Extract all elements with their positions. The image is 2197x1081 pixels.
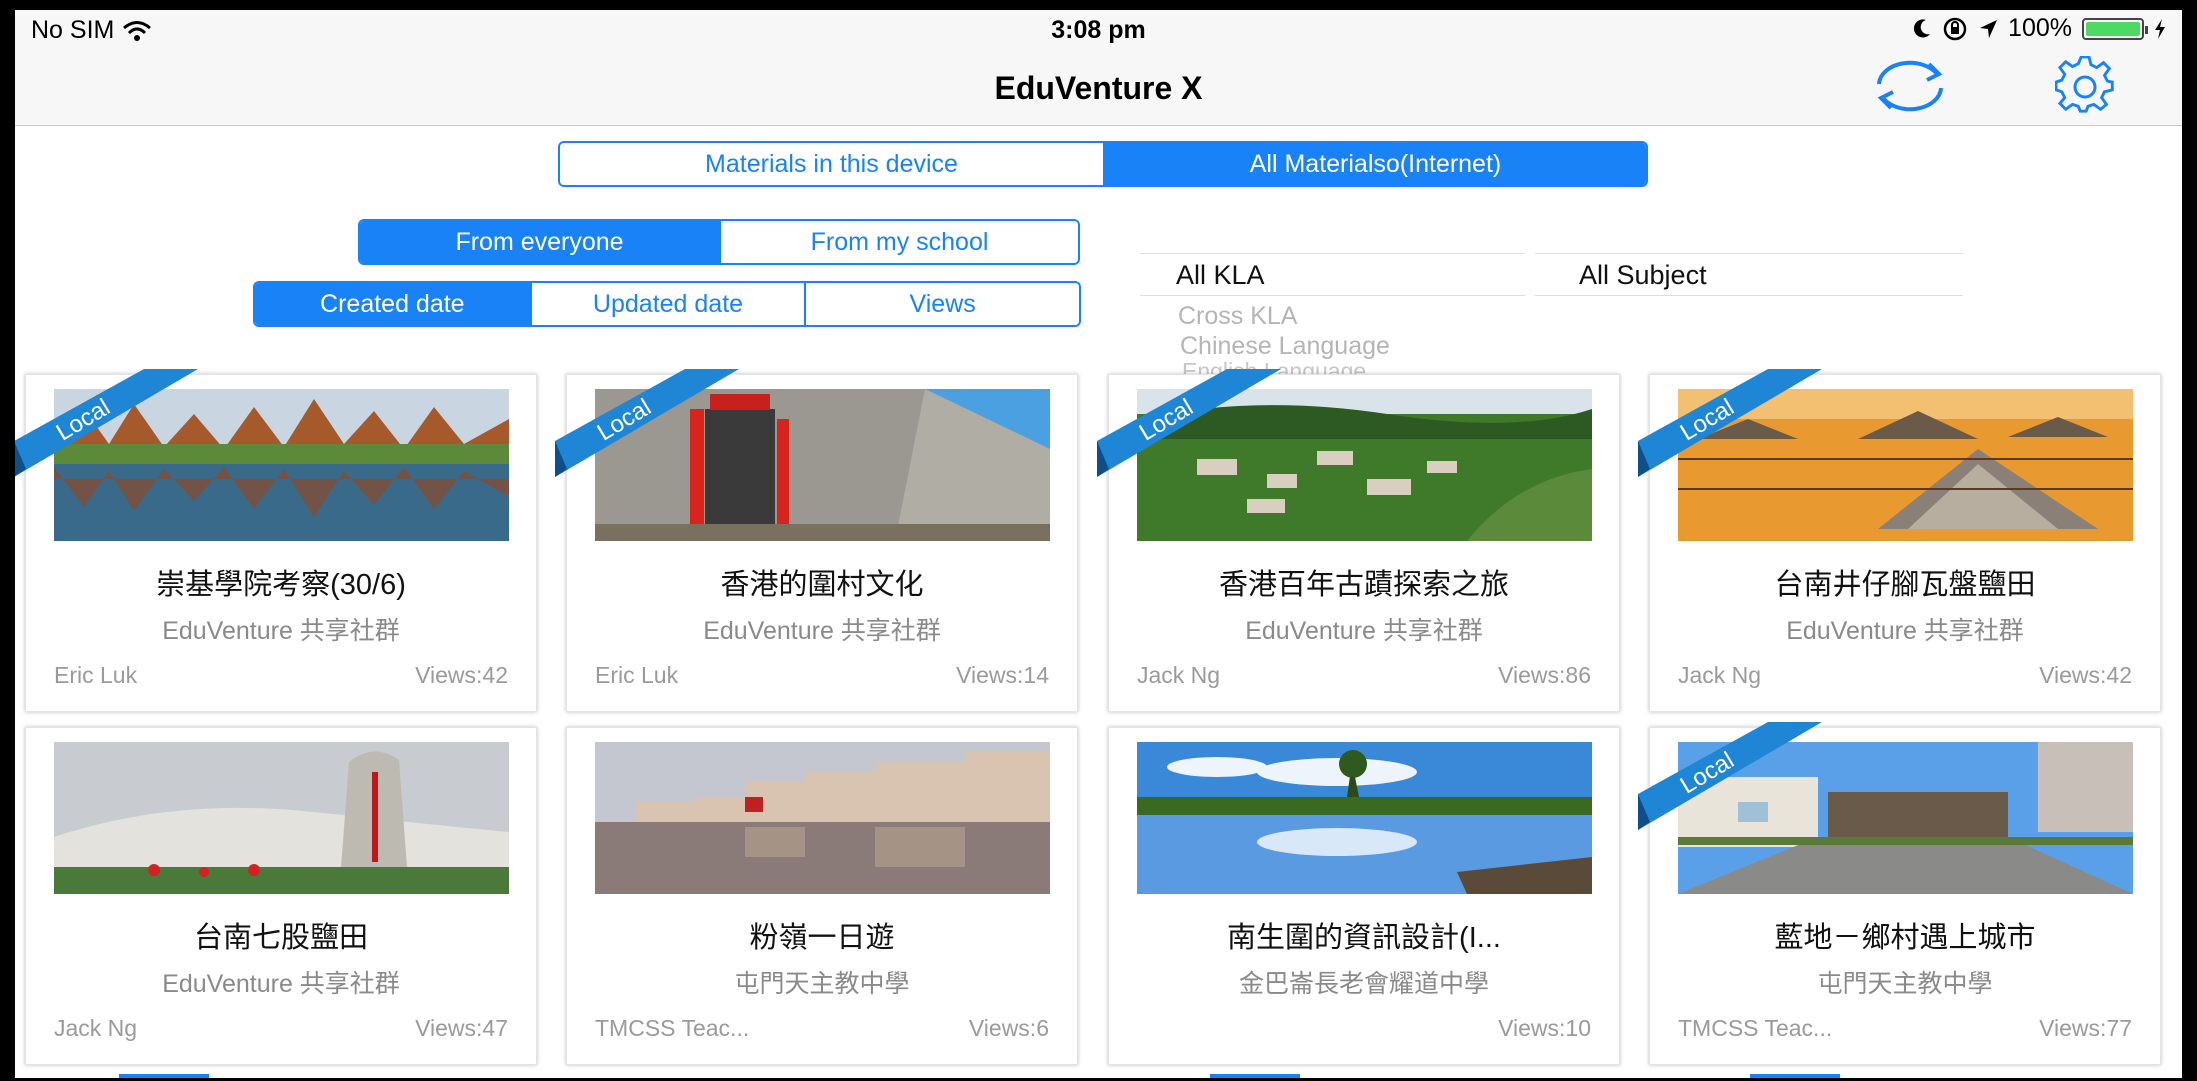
subject-picker-column[interactable]: All Subject (1535, 244, 1963, 374)
material-title: 香港百年古蹟探索之旅 (1218, 569, 1509, 601)
material-author: TMCSS Teac... (595, 1015, 750, 1041)
material-author: Jack Ng (1678, 662, 1762, 688)
material-community: 屯門天主教中學 (734, 970, 910, 998)
gear-icon (2055, 56, 2114, 113)
material-community: EduVenture 共享社群 (162, 970, 400, 998)
material-card[interactable]: 香港百年古蹟探索之旅 EduVenture 共享社群 Jack Ng Views:86… (1097, 369, 1620, 712)
material-thumbnail (1137, 389, 1592, 541)
next-row-ribbon-hint (119, 1074, 209, 1078)
material-author: Eric Luk (54, 662, 138, 688)
material-thumbnail (1137, 742, 1592, 894)
material-thumbnail (595, 389, 1050, 541)
tab-updated-date[interactable]: Updated date (529, 283, 805, 325)
material-views: Views:77 (2039, 1015, 2132, 1041)
material-card[interactable]: 崇基學院考察(30/6) EduVenture 共享社群 Eric Luk Views… (15, 369, 537, 712)
material-card[interactable]: 香港的圍村文化 EduVenture 共享社群 Eric Luk Views:14 Lo… (555, 369, 1078, 712)
material-thumbnail (54, 742, 509, 894)
moon-icon (1913, 18, 1931, 37)
tab-from-everyone[interactable]: From everyone (360, 221, 719, 263)
owner-segmented-control: From everyone From my school (358, 219, 1080, 265)
material-views: Views:86 (1498, 662, 1591, 688)
kla-picker-column[interactable]: All KLA Cross KLA Chinese Language Engli… (1140, 244, 1525, 374)
material-card[interactable]: 台南井仔腳瓦盤鹽田 EduVenture 共享社群 Jack Ng Views:42 L… (1638, 369, 2161, 712)
material-title: 崇基學院考察(30/6) (156, 569, 406, 601)
material-title: 台南井仔腳瓦盤鹽田 (1774, 569, 2036, 601)
material-author: Eric Luk (595, 662, 679, 688)
material-community: 金巴崙長老會耀道中學 (1238, 970, 1489, 998)
app-screen: No SIM 3:08 pm 100% EduVenture X Materia… (15, 10, 2182, 1078)
tab-from-my-school[interactable]: From my school (719, 221, 1078, 263)
refresh-button[interactable] (1865, 56, 1955, 116)
material-card[interactable]: 藍地－鄉村遇上城市 屯門天主教中學 TMCSS Teac... Views:77 Loc… (1638, 722, 2161, 1065)
material-views: Views:6 (968, 1015, 1049, 1041)
material-views: Views:10 (1498, 1015, 1591, 1041)
material-community: EduVenture 共享社群 (703, 617, 941, 645)
material-card[interactable]: 台南七股鹽田 EduVenture 共享社群 Jack Ng Views:47 (25, 727, 537, 1065)
kla-option[interactable]: Chinese Language (1180, 332, 1390, 361)
refresh-icon (1877, 60, 1943, 112)
status-bar: No SIM 3:08 pm 100% (15, 10, 2182, 46)
app-title: EduVenture X (994, 70, 1203, 106)
navigation-bar: EduVenture X (15, 46, 2182, 126)
tab-all-materials-internet[interactable]: All Materialso(Internet) (1103, 143, 1646, 185)
material-author: Jack Ng (1137, 662, 1221, 688)
material-community: EduVenture 共享社群 (1245, 617, 1483, 645)
material-thumbnail (595, 742, 1050, 894)
next-row-ribbon-hint (1210, 1074, 1300, 1078)
rotation-lock-icon (1943, 17, 1967, 40)
material-thumbnail (54, 389, 509, 541)
subject-selected: All Subject (1579, 260, 1707, 290)
material-thumbnail (1678, 742, 2133, 894)
location-arrow-icon (1980, 19, 1998, 38)
material-title: 粉嶺一日遊 (749, 922, 895, 954)
battery-percent: 100% (2008, 14, 2072, 42)
next-row-ribbon-hint (1750, 1074, 1840, 1078)
kla-option[interactable]: Cross KLA (1178, 302, 1297, 331)
material-title: 藍地－鄉村遇上城市 (1774, 922, 2036, 954)
charging-icon (2155, 18, 2165, 39)
status-time: 3:08 pm (1051, 16, 1146, 44)
source-segmented-control: Materials in this device All Materialso(… (558, 141, 1648, 187)
tab-created-date[interactable]: Created date (255, 283, 530, 325)
material-author: Jack Ng (54, 1015, 138, 1041)
material-thumbnail (1678, 389, 2133, 541)
material-views: Views:47 (415, 1015, 508, 1041)
material-community: 屯門天主教中學 (1817, 970, 1993, 998)
tab-views[interactable]: Views (804, 283, 1079, 325)
battery-icon (2082, 17, 2148, 40)
sort-segmented-control: Created date Updated date Views (253, 281, 1081, 327)
material-card[interactable]: 粉嶺一日遊屯門天主教中學 TMCSS Teac... Views:6 (566, 727, 1078, 1065)
kla-subject-picker: All KLA Cross KLA Chinese Language Engli… (1140, 244, 1985, 374)
material-card[interactable]: 南生圍的資訊設計(I... 金巴崙長老會耀道中學 Views:10 (1108, 727, 1620, 1065)
material-views: Views:42 (415, 662, 508, 688)
material-community: EduVenture 共享社群 (162, 617, 400, 645)
settings-button[interactable] (2040, 56, 2130, 116)
material-author: TMCSS Teac... (1678, 1015, 1833, 1041)
status-right: 100% (1912, 14, 2166, 43)
kla-option[interactable]: English Language (1182, 358, 1366, 374)
material-title: 台南七股鹽田 (193, 922, 368, 954)
kla-selected: All KLA (1176, 260, 1265, 290)
material-community: EduVenture 共享社群 (1786, 617, 2024, 645)
material-views: Views:42 (2039, 662, 2132, 688)
material-title: 南生圍的資訊設計(I... (1227, 922, 1501, 954)
material-views: Views:14 (956, 662, 1049, 688)
tab-materials-in-device[interactable]: Materials in this device (560, 143, 1103, 185)
material-title: 香港的圍村文化 (720, 569, 924, 601)
